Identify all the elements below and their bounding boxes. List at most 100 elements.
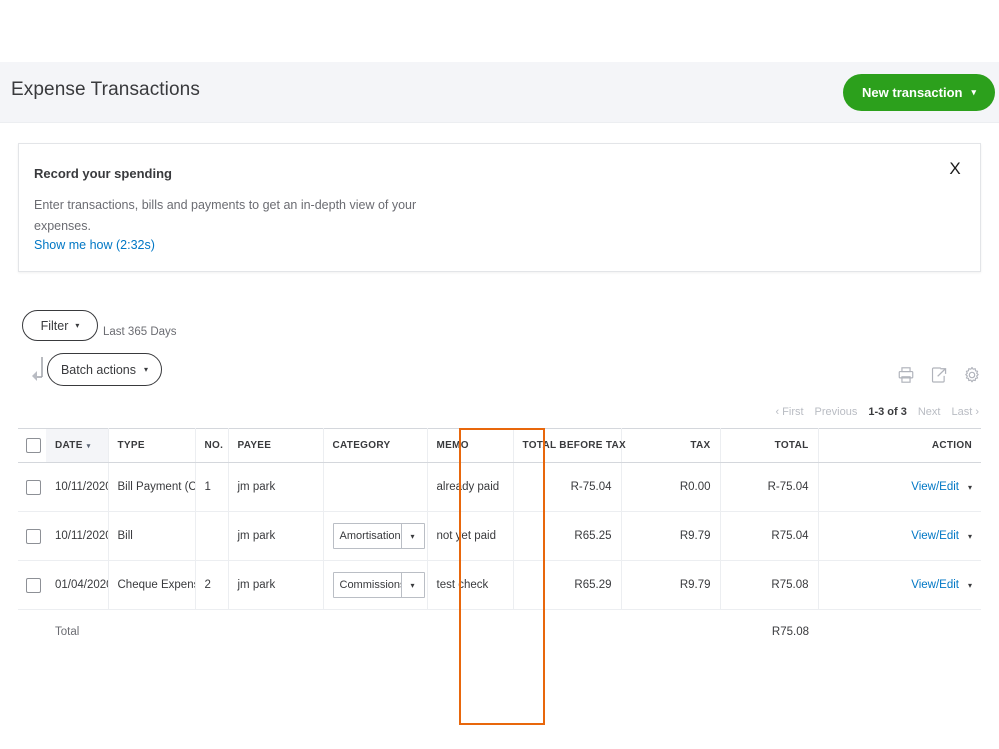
table-toolbar-icons [897, 366, 981, 384]
column-header-total[interactable]: TOTAL [720, 429, 818, 463]
new-transaction-button[interactable]: New transaction ▾ [843, 74, 995, 111]
show-me-how-link[interactable]: Show me how (2:32s) [34, 238, 155, 252]
cell-memo: test check [427, 561, 513, 610]
cell-memo: already paid [427, 463, 513, 512]
batch-actions-button[interactable]: Batch actions ▾ [47, 353, 162, 386]
cell-total-before-tax: R65.29 [513, 561, 621, 610]
chevron-down-icon: ▾ [144, 365, 148, 374]
cell-category: Commissions ▾ [323, 561, 427, 610]
close-icon[interactable]: X [943, 157, 967, 181]
view-edit-button[interactable]: View/Edit ▾ [911, 481, 972, 493]
cell-payee: jm park [228, 463, 323, 512]
cell-total: R-75.04 [720, 463, 818, 512]
batch-actions-label: Batch actions [61, 363, 136, 377]
table-row: 10/11/2020 Bill jm park Amortisation e ▾… [18, 512, 981, 561]
view-edit-button[interactable]: View/Edit ▾ [911, 530, 972, 542]
gear-icon[interactable] [963, 366, 981, 384]
cell-total: R75.08 [720, 561, 818, 610]
export-icon[interactable] [930, 366, 948, 384]
cell-tax: R9.79 [621, 561, 720, 610]
totals-total: R75.08 [720, 610, 818, 654]
totals-blank-category [323, 610, 427, 654]
filter-button[interactable]: Filter ▾ [22, 310, 98, 341]
row-checkbox[interactable] [26, 578, 41, 593]
new-transaction-label: New transaction [862, 85, 962, 100]
view-edit-label: View/Edit [911, 579, 959, 591]
cell-no: 1 [195, 463, 228, 512]
pagination-count: 1-3 of 3 [868, 406, 907, 418]
cell-action: View/Edit ▾ [818, 561, 981, 610]
page-title: Expense Transactions [11, 79, 200, 101]
table-header-row: DATE ▾ TYPE NO. PAYEE CATEGORY MEMO TOTAL… [18, 429, 981, 463]
transactions-table: DATE ▾ TYPE NO. PAYEE CATEGORY MEMO TOTAL… [18, 428, 981, 654]
column-header-memo[interactable]: MEMO [427, 429, 513, 463]
category-select[interactable]: Amortisation e ▾ [333, 523, 425, 549]
totals-label: Total [46, 610, 108, 654]
totals-blank-type [108, 610, 195, 654]
cell-total-before-tax: R-75.04 [513, 463, 621, 512]
category-select[interactable]: Commissions ▾ [333, 572, 425, 598]
column-header-date[interactable]: DATE ▾ [46, 429, 108, 463]
totals-blank-before-tax [513, 610, 621, 654]
cell-total-before-tax: R65.25 [513, 512, 621, 561]
cell-memo: not yet paid [427, 512, 513, 561]
pagination: ‹ First Previous 1-3 of 3 Next Last › [775, 406, 979, 418]
row-checkbox[interactable] [26, 529, 41, 544]
cell-tax: R0.00 [621, 463, 720, 512]
view-edit-label: View/Edit [911, 530, 959, 542]
chevron-down-icon: ▾ [401, 524, 424, 548]
chevron-down-icon: ▾ [968, 532, 972, 541]
view-edit-label: View/Edit [911, 481, 959, 493]
chevron-down-icon: ▾ [971, 88, 976, 97]
cell-date: 10/11/2020 [46, 463, 108, 512]
column-header-no[interactable]: NO. [195, 429, 228, 463]
pagination-first[interactable]: ‹ First [775, 406, 803, 418]
row-checkbox[interactable] [26, 480, 41, 495]
view-edit-button[interactable]: View/Edit ▾ [911, 579, 972, 591]
column-header-total-before-tax[interactable]: TOTAL BEFORE TAX [513, 429, 621, 463]
cell-type: Bill [108, 512, 195, 561]
row-select-cell [18, 561, 46, 610]
column-header-type[interactable]: TYPE [108, 429, 195, 463]
totals-blank-tax [621, 610, 720, 654]
totals-blank-no [195, 610, 228, 654]
chevron-down-icon: ▾ [968, 483, 972, 492]
app-screen: Expense Transactions New transaction ▾ R… [0, 0, 999, 749]
date-range-label: Last 365 Days [103, 326, 177, 338]
select-all-checkbox[interactable] [26, 438, 41, 453]
totals-blank-payee [228, 610, 323, 654]
totals-blank-action [818, 610, 981, 654]
cell-no [195, 512, 228, 561]
column-header-tax[interactable]: TAX [621, 429, 720, 463]
cell-type: Cheque Expense [108, 561, 195, 610]
filter-label: Filter [41, 319, 69, 333]
cell-category: Amortisation e ▾ [323, 512, 427, 561]
promo-banner: Record your spending Enter transactions,… [18, 143, 981, 272]
cell-tax: R9.79 [621, 512, 720, 561]
pagination-previous[interactable]: Previous [815, 406, 858, 418]
column-header-payee[interactable]: PAYEE [228, 429, 323, 463]
category-value: Amortisation e [334, 524, 401, 548]
column-label-date: DATE [55, 440, 83, 451]
cell-payee: jm park [228, 561, 323, 610]
cell-type: Bill Payment (Cheq... [108, 463, 195, 512]
chevron-down-icon: ▾ [968, 581, 972, 590]
row-select-cell [18, 512, 46, 561]
pagination-last[interactable]: Last › [951, 406, 979, 418]
table-row: 10/11/2020 Bill Payment (Cheq... 1 jm pa… [18, 463, 981, 512]
promo-body: Enter transactions, bills and payments t… [34, 195, 424, 237]
chevron-down-icon: ▾ [401, 573, 424, 597]
chevron-down-icon: ▾ [75, 321, 79, 330]
print-icon[interactable] [897, 366, 915, 384]
cell-total: R75.04 [720, 512, 818, 561]
totals-blank-memo [427, 610, 513, 654]
cell-no: 2 [195, 561, 228, 610]
category-value: Commissions [334, 573, 401, 597]
sort-caret-icon: ▾ [87, 443, 91, 450]
column-header-action: ACTION [818, 429, 981, 463]
cell-action: View/Edit ▾ [818, 512, 981, 561]
cell-payee: jm park [228, 512, 323, 561]
page-header: Expense Transactions New transaction ▾ [0, 62, 999, 123]
column-header-category[interactable]: CATEGORY [323, 429, 427, 463]
pagination-next[interactable]: Next [918, 406, 941, 418]
